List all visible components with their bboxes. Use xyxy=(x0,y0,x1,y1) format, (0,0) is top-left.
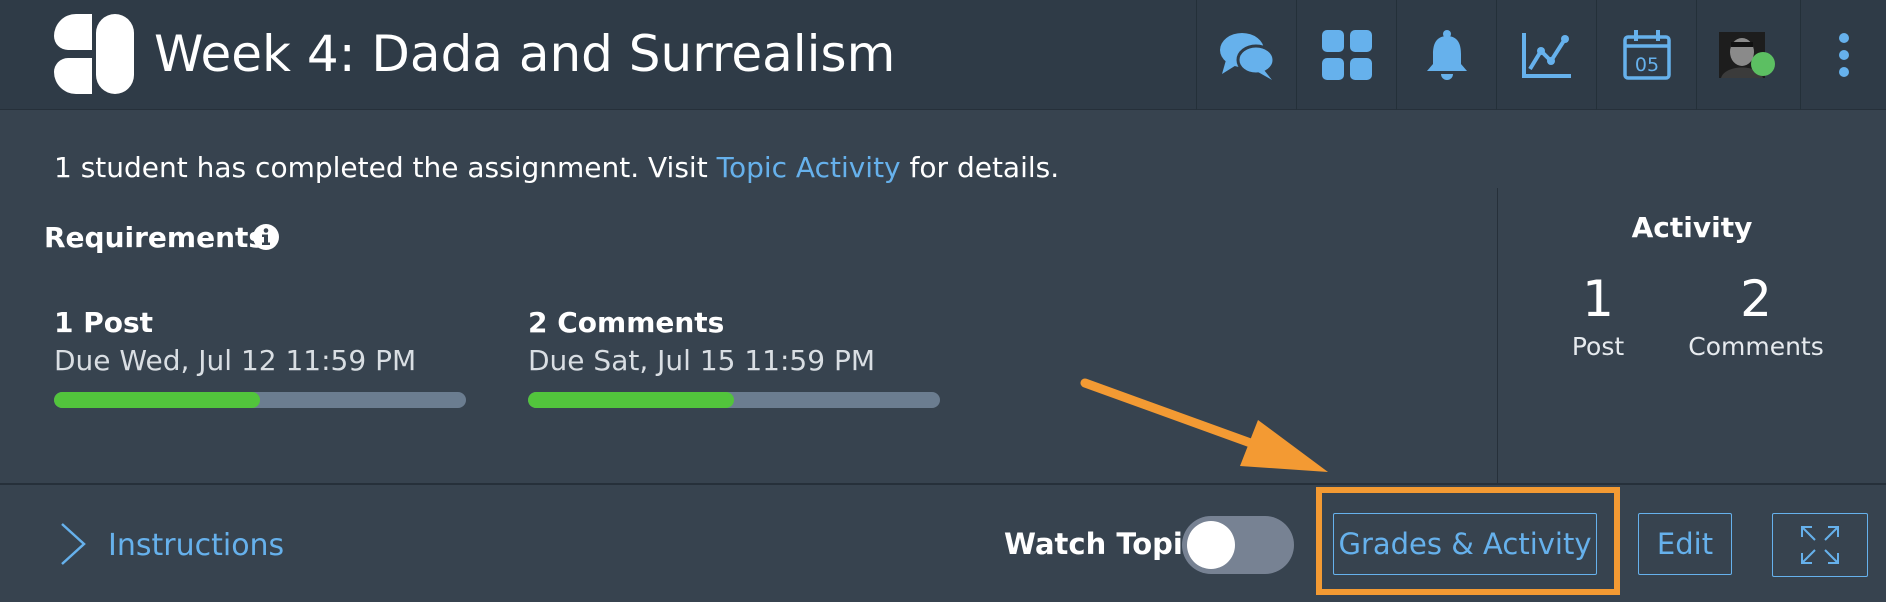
profile-button[interactable] xyxy=(1696,0,1796,110)
chevron-right-icon[interactable] xyxy=(58,522,88,566)
banner-text-suffix: for details. xyxy=(900,151,1060,184)
more-button[interactable] xyxy=(1800,0,1886,110)
calendar-day: 05 xyxy=(1634,54,1658,76)
activity-stat-posts: 1 Post xyxy=(1518,268,1678,364)
edit-button[interactable]: Edit xyxy=(1638,513,1732,575)
top-bar: Week 4: Dada and Surrealism 05 xyxy=(0,0,1886,110)
requirement-due-date: Due Wed, Jul 12 11:59 PM xyxy=(54,344,417,377)
analytics-button[interactable] xyxy=(1496,0,1596,110)
kebab-menu-icon xyxy=(1838,33,1849,77)
calendar-button[interactable]: 05 xyxy=(1596,0,1696,110)
avatar-icon xyxy=(1718,32,1775,78)
requirement-name: 1 Post xyxy=(54,306,154,339)
discussions-button[interactable] xyxy=(1196,0,1296,110)
completion-banner: 1 student has completed the assignment. … xyxy=(54,148,1059,188)
requirement-due-date: Due Sat, Jul 15 11:59 PM xyxy=(528,344,875,377)
grid-icon xyxy=(1321,30,1372,80)
app-logo-icon[interactable] xyxy=(54,14,134,94)
page-title: Week 4: Dada and Surrealism xyxy=(154,25,896,83)
bell-icon xyxy=(1426,30,1467,80)
footer-divider xyxy=(0,483,1886,485)
stat-label: Comments xyxy=(1688,332,1824,361)
progress-fill xyxy=(528,392,734,408)
expand-arrows-icon xyxy=(1801,526,1839,564)
annotation-arrow-icon xyxy=(1080,378,1328,472)
stat-value: 2 xyxy=(1740,270,1772,328)
requirements-heading: Requirements xyxy=(44,221,266,254)
chat-bubbles-icon xyxy=(1219,33,1275,80)
activity-stat-comments: 2 Comments xyxy=(1676,268,1836,364)
grades-activity-button[interactable]: Grades & Activity xyxy=(1333,513,1597,575)
requirement-progress-bar xyxy=(528,392,940,408)
requirement-progress-bar xyxy=(54,392,466,408)
requirement-comments: 2 Comments Due Sat, Jul 15 11:59 PM xyxy=(528,304,940,408)
info-circle-icon[interactable] xyxy=(252,223,280,251)
line-chart-icon xyxy=(1521,33,1571,78)
topic-activity-link[interactable]: Topic Activity xyxy=(717,151,901,184)
stat-value: 1 xyxy=(1582,270,1614,328)
notifications-button[interactable] xyxy=(1396,0,1496,110)
activity-heading: Activity xyxy=(1631,211,1753,244)
banner-text-prefix: 1 student has completed the assignment. … xyxy=(54,151,717,184)
watch-topic-label: Watch Topic xyxy=(1004,527,1201,561)
apps-button[interactable] xyxy=(1296,0,1396,110)
requirement-name: 2 Comments xyxy=(528,306,725,339)
watch-topic-toggle[interactable] xyxy=(1182,516,1294,574)
progress-fill xyxy=(54,392,260,408)
instructions-toggle[interactable]: Instructions xyxy=(108,526,284,566)
requirement-post: 1 Post Due Wed, Jul 12 11:59 PM xyxy=(54,304,466,408)
calendar-icon: 05 xyxy=(1622,30,1671,80)
toggle-knob xyxy=(1187,521,1235,569)
stat-label: Post xyxy=(1571,332,1625,361)
expand-button[interactable] xyxy=(1772,513,1868,577)
